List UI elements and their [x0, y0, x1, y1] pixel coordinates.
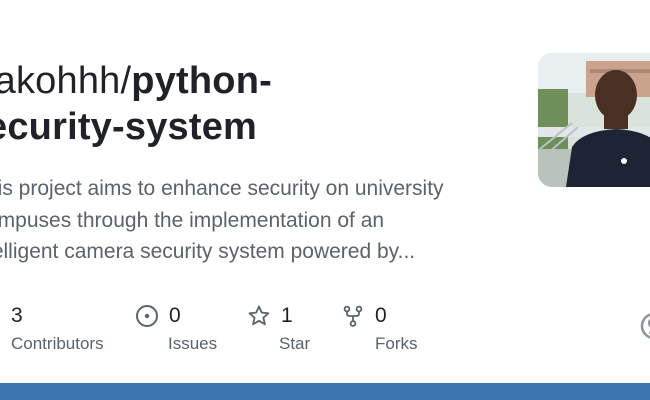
- forks-label: Forks: [375, 334, 418, 353]
- repo-name-part-1[interactable]: python-: [131, 60, 272, 102]
- repo-owner[interactable]: lakohhh/: [0, 60, 131, 102]
- contributors-label: Contributors: [11, 334, 104, 353]
- description-line-3: telligent camera security system powered…: [0, 240, 416, 263]
- star-label: Star: [279, 334, 311, 353]
- footer-accent-bar: [0, 383, 650, 400]
- repo-description: his project aims to enhance security on …: [0, 173, 496, 268]
- description-line-1: his project aims to enhance security on …: [0, 177, 444, 200]
- issue-circle-icon: [135, 304, 159, 328]
- repo-name-part-2[interactable]: ecurity-system: [0, 104, 506, 150]
- stat-contributors-row: 3: [11, 302, 104, 330]
- stat-star[interactable]: 1 Star: [247, 302, 310, 354]
- repo-stats: 3 Contributors 0 Issues 1 Star 0 Forks: [0, 302, 650, 362]
- issues-count: 0: [169, 304, 181, 327]
- repo-title[interactable]: lakohhh/python- ecurity-system: [0, 58, 506, 150]
- description-line-2: ampuses through the implementation of an: [0, 208, 385, 232]
- star-icon: [247, 304, 271, 328]
- contributors-count: 3: [11, 304, 23, 327]
- owner-avatar[interactable]: [538, 53, 650, 187]
- forks-count: 0: [375, 304, 387, 327]
- stat-forks[interactable]: 0 Forks: [341, 302, 418, 354]
- stat-forks-row: 0: [341, 302, 418, 330]
- star-count: 1: [281, 304, 293, 327]
- repo-title-line-1: lakohhh/python-: [0, 58, 506, 104]
- stat-star-row: 1: [247, 302, 310, 330]
- issues-label: Issues: [168, 334, 218, 353]
- stat-issues-row: 0: [135, 302, 217, 330]
- stat-issues[interactable]: 0 Issues: [135, 302, 217, 354]
- avatar-photo: [538, 53, 650, 187]
- fork-icon: [341, 304, 365, 328]
- github-mark-icon: [640, 312, 650, 340]
- stat-contributors[interactable]: 3 Contributors: [11, 302, 104, 354]
